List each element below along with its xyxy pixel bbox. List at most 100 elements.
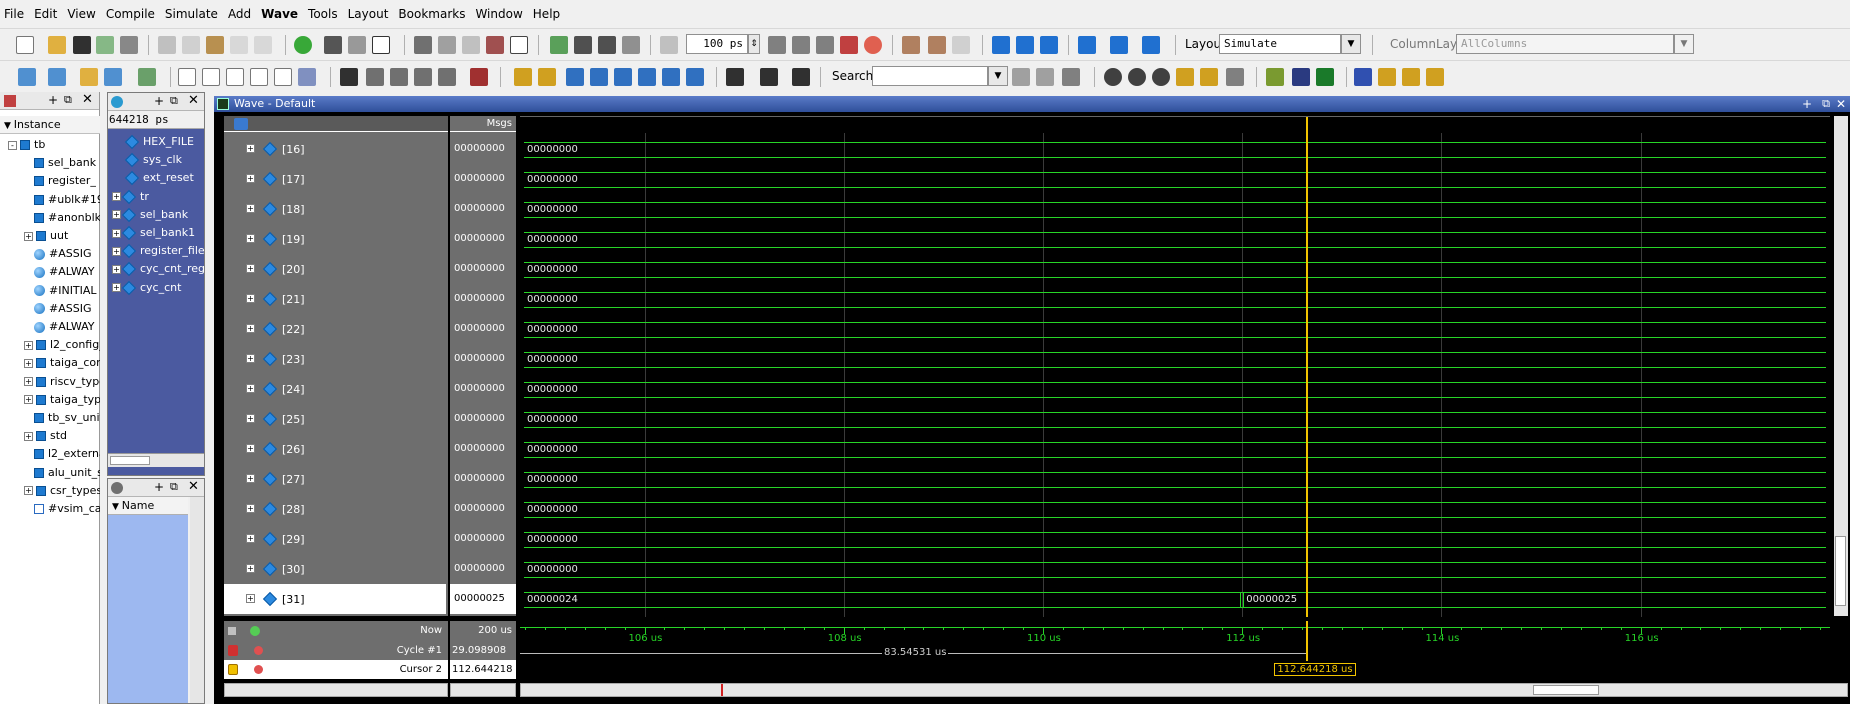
waveform-row[interactable]: 00000000 [520,555,1826,585]
step-down-icon[interactable] [1078,36,1096,54]
time-axis[interactable]: 106 us 108 us 110 us 112 us 114 us 116 us 83.5… [520,621,1830,679]
search-back-icon[interactable] [1012,68,1030,86]
instance-tree-row[interactable]: #ASSIG [34,245,91,263]
expand-icon[interactable]: + [24,395,33,405]
step-over-icon[interactable] [1016,36,1034,54]
object-row[interactable]: + tr [112,188,149,206]
instance-tree-row[interactable]: l2_external_i [34,445,100,463]
expand-icon[interactable]: + [246,354,255,363]
paste-icon[interactable] [206,36,224,54]
names-hscrollbar[interactable] [224,683,448,697]
processes-add-icon[interactable]: + [154,480,164,494]
add-cursor-icon[interactable] [250,626,260,636]
wave-signal-row[interactable]: + [25] [224,404,446,434]
menu-compile[interactable]: Compile [106,7,155,21]
structure-icon[interactable] [348,36,366,54]
expand-icon[interactable]: + [246,144,255,153]
waveform-row[interactable]: 00000000 [520,435,1826,465]
wave-signal-row[interactable]: + [28] [224,494,446,524]
instance-column-header[interactable]: Instance [14,118,61,131]
waveform-row[interactable]: 00000000 [520,225,1826,255]
object-row[interactable]: sys_clk [112,151,182,169]
wave-vscrollbar[interactable] [1834,116,1848,616]
wave-names-menu-icon[interactable] [234,118,248,130]
cursor-lock-icon[interactable] [228,664,238,675]
objects-undock-icon[interactable]: ⧉ [170,94,178,108]
lock-cursor-icon[interactable] [1292,68,1310,86]
expand-icon[interactable]: + [246,174,255,183]
instance-tree-row[interactable]: + uut [24,227,68,245]
instance-tree-row[interactable]: #ublk#19 [34,191,100,209]
reload-icon[interactable] [96,36,114,54]
delete-cursor-icon[interactable] [538,68,556,86]
wave-style1-icon[interactable] [1378,68,1396,86]
expand-icon[interactable]: + [112,210,121,220]
radix-all-icon[interactable] [274,68,292,86]
stretch-icon[interactable] [470,68,488,86]
waveform-row[interactable]: 00000000 [520,165,1826,195]
expand-icon[interactable]: + [246,324,255,333]
insert-cursor-icon[interactable] [514,68,532,86]
menu-edit[interactable]: Edit [34,7,57,21]
add-dataflow-icon[interactable] [104,68,122,86]
open-folder-icon[interactable] [48,36,66,54]
format-icon[interactable] [298,68,316,86]
wave-signal-row[interactable]: + [16] [224,134,446,164]
column-layout-select[interactable]: AllColumns [1456,34,1674,54]
instance-tree-row[interactable]: #ASSIG [34,300,91,318]
wave-compare2-icon[interactable] [928,36,946,54]
pan-mode-icon[interactable] [390,68,408,86]
wave-signal-row[interactable]: + [29] [224,524,446,554]
instance-tree-row[interactable]: #INITIAL [34,282,97,300]
instance-tree-row[interactable]: + l2_config_an [24,336,100,354]
remove-cursor-icon[interactable] [254,646,263,655]
expand-time-icon[interactable] [726,68,744,86]
radix-icon[interactable] [178,68,196,86]
wave-undock-icon[interactable]: ⧉ [1822,96,1830,112]
wave-signal-row[interactable]: + [31] [224,584,446,614]
wave-add-icon[interactable]: + [1802,96,1812,112]
wave-signal-row[interactable]: + [21] [224,284,446,314]
arrow-up-icon[interactable] [574,36,592,54]
expand-icon[interactable]: + [246,414,255,423]
waveform-row[interactable]: 00000024 00000025 [520,585,1826,615]
instance-tree-row[interactable]: register_ [34,172,96,190]
collapse-icon[interactable]: - [8,140,17,150]
remove-cursor2-icon[interactable] [254,665,263,674]
msgs-hscrollbar[interactable] [450,683,516,697]
object-row[interactable]: + sel_bank [112,206,188,224]
add-icon[interactable] [294,36,312,54]
expand-icon[interactable]: + [246,264,255,273]
column-layout-dropdown-icon[interactable]: ▼ [1674,34,1694,54]
wave-close-icon[interactable]: ✕ [1836,96,1846,112]
zoom-out-icon[interactable] [1128,68,1146,86]
menu-file[interactable]: File [4,7,24,21]
cut-icon[interactable] [158,36,176,54]
objects-close-icon[interactable]: ✕ [188,93,199,108]
run-time-spinner[interactable]: ⇕ [748,34,760,54]
expand-icon[interactable]: + [24,340,33,350]
waveform-row[interactable]: 00000000 [520,495,1826,525]
expand-icon[interactable]: + [246,204,255,213]
radix4-icon[interactable] [250,68,268,86]
wave-vscroll-thumb[interactable] [1835,536,1846,606]
instance-tree-row[interactable]: - tb [8,136,45,154]
expand-icon[interactable]: + [246,504,255,513]
menu-view[interactable]: View [67,7,95,21]
run-time-input[interactable]: 100 ps [686,34,748,54]
waveform-area[interactable]: 00000000 00000000 00000000 00000000 00000000… [520,116,1830,617]
expand-icon[interactable]: + [246,564,255,573]
memory-icon[interactable] [372,36,390,54]
waveform-row[interactable]: 00000000 [520,375,1826,405]
expand-icon[interactable]: + [112,192,121,202]
menu-help[interactable]: Help [533,7,560,21]
search-dropdown-icon[interactable]: ▼ [988,66,1008,86]
expand-icon[interactable]: + [112,246,121,256]
search-input[interactable] [872,66,988,86]
processes-close-icon[interactable]: ✕ [188,479,199,494]
wave-format-icon[interactable] [1354,68,1372,86]
save-icon[interactable] [73,36,91,54]
wave-signal-row[interactable]: + [23] [224,344,446,374]
arrow-left-icon[interactable] [598,36,616,54]
zoom-cursor-icon[interactable] [1176,68,1194,86]
